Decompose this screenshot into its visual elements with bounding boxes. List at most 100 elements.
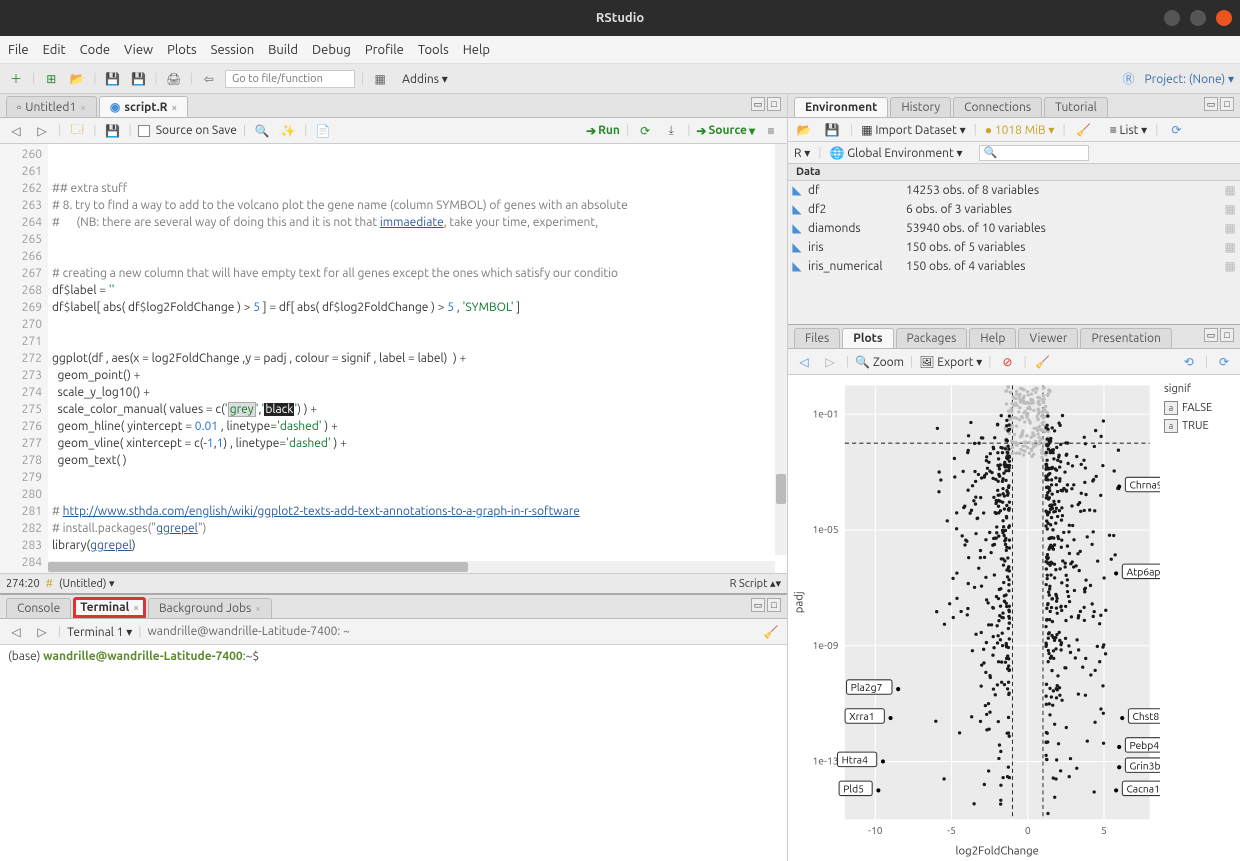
goto-prev-button[interactable]: ⇦ — [199, 69, 219, 89]
minimize-button[interactable] — [1164, 10, 1180, 26]
go-to-section-button[interactable]: ⤓ — [661, 121, 681, 141]
vertical-scrollbar[interactable] — [775, 144, 787, 555]
terminal-body[interactable]: (base) wandrille@wandrille-Latitude-7400… — [0, 645, 787, 861]
export-button[interactable]: 🖼 Export ▾ — [919, 355, 982, 369]
view-data-icon[interactable]: ▦ — [1220, 240, 1240, 254]
tab-files[interactable]: Files — [794, 328, 840, 348]
view-data-icon[interactable]: ▦ — [1220, 221, 1240, 235]
memory-indicator[interactable]: ● 1018 MiB ▾ — [985, 123, 1055, 137]
tab-presentation[interactable]: Presentation — [1080, 328, 1171, 348]
env-scope-dropdown[interactable]: 🌐 Global Environment ▾ — [830, 146, 963, 160]
plot-prev-button[interactable]: ◁ — [794, 352, 814, 372]
env-row-diamonds[interactable]: ◣ diamonds 53940 obs. of 10 variables ▦ — [788, 219, 1240, 238]
language-mode[interactable]: R Script ▴▾ — [730, 577, 781, 590]
goto-file-input[interactable] — [225, 70, 355, 88]
minimize-pane-icon[interactable]: ▭ — [1204, 328, 1218, 342]
menu-view[interactable]: View — [124, 43, 153, 57]
close-tab-icon[interactable]: × — [172, 102, 178, 113]
menu-session[interactable]: Session — [211, 43, 254, 57]
wand-button[interactable]: ✨ — [278, 121, 298, 141]
script-nav-dropdown[interactable]: (Untitled) ▾ — [59, 577, 114, 590]
tab-history[interactable]: History — [890, 97, 951, 117]
code-editor[interactable]: 2602612622632642652662672682692702712722… — [0, 144, 787, 573]
print-button[interactable]: 🖨 — [164, 69, 184, 89]
find-button[interactable]: 🔍 — [252, 121, 272, 141]
tab-tutorial[interactable]: Tutorial — [1044, 97, 1108, 117]
tab-terminal[interactable]: Terminal× — [73, 597, 146, 618]
source-tab-untitled1[interactable]: ▫ Untitled1 × — [6, 96, 97, 117]
env-search-input[interactable] — [979, 145, 1089, 161]
tab-plots[interactable]: Plots — [842, 328, 893, 348]
tab-environment[interactable]: Environment — [794, 97, 888, 117]
maximize-pane-icon[interactable]: □ — [1220, 97, 1234, 111]
close-button[interactable] — [1216, 10, 1232, 26]
outline-button[interactable]: ≡ — [761, 121, 781, 141]
project-dropdown[interactable]: Project: (None) ▾ — [1144, 72, 1234, 86]
run-button[interactable]: ➔Run — [586, 124, 620, 138]
tab-help[interactable]: Help — [969, 328, 1016, 348]
zoom-button[interactable]: 🔍 Zoom — [855, 355, 904, 369]
save-all-button[interactable]: 💾 — [128, 69, 148, 89]
save-file-button[interactable]: 💾 — [102, 121, 122, 141]
env-row-iris_numerical[interactable]: ◣ iris_numerical 150 obs. of 4 variables… — [788, 257, 1240, 276]
code-content[interactable]: ## extra stuff# 8. try to find a way to … — [48, 144, 787, 573]
rerun-button[interactable]: ⟳ — [635, 121, 655, 141]
show-in-new-window-button[interactable]: 🗔 — [67, 121, 87, 141]
tab-packages[interactable]: Packages — [896, 328, 968, 348]
save-workspace-button[interactable]: 💾 — [822, 120, 842, 140]
grid-button[interactable]: ▦ — [370, 69, 390, 89]
tab-viewer[interactable]: Viewer — [1018, 328, 1078, 348]
terminal-prev-button[interactable]: ◁ — [6, 622, 26, 642]
tab-background-jobs[interactable]: Background Jobs× — [148, 598, 272, 618]
lang-dropdown[interactable]: R ▾ — [794, 146, 810, 160]
new-file-button[interactable]: ＋ — [6, 69, 26, 89]
load-workspace-button[interactable]: 📂 — [794, 120, 814, 140]
source-tab-script-r[interactable]: ◉ script.R × — [99, 96, 188, 117]
maximize-pane-icon[interactable]: □ — [767, 598, 781, 612]
back-button[interactable]: ◁ — [6, 121, 26, 141]
close-tab-icon[interactable]: × — [80, 102, 86, 113]
menu-file[interactable]: File — [8, 43, 29, 57]
refresh-plot-button[interactable]: ⟳ — [1214, 352, 1234, 372]
source-on-save-checkbox[interactable] — [138, 125, 150, 137]
tab-connections[interactable]: Connections — [953, 97, 1042, 117]
close-tab-icon[interactable]: × — [255, 603, 261, 614]
clear-terminal-button[interactable]: 🧹 — [761, 622, 781, 642]
minimize-pane-icon[interactable]: ▭ — [1204, 97, 1218, 111]
env-row-df2[interactable]: ◣ df2 6 obs. of 3 variables ▦ — [788, 200, 1240, 219]
menu-code[interactable]: Code — [80, 43, 110, 57]
expand-icon[interactable]: ◣ — [788, 221, 806, 235]
refresh-env-button[interactable]: ⟳ — [1166, 120, 1186, 140]
expand-icon[interactable]: ◣ — [788, 240, 806, 254]
menu-build[interactable]: Build — [268, 43, 298, 57]
maximize-pane-icon[interactable]: □ — [1220, 328, 1234, 342]
tab-console[interactable]: Console — [6, 598, 71, 618]
expand-icon[interactable]: ◣ — [788, 259, 806, 273]
source-button[interactable]: ➔Source ▾ — [696, 124, 755, 138]
minimize-pane-icon[interactable]: ▭ — [751, 598, 765, 612]
env-row-df[interactable]: ◣ df 14253 obs. of 8 variables ▦ — [788, 181, 1240, 200]
forward-button[interactable]: ▷ — [32, 121, 52, 141]
open-file-button[interactable]: 📂 — [67, 69, 87, 89]
minimize-pane-icon[interactable]: ▭ — [751, 97, 765, 111]
menu-edit[interactable]: Edit — [43, 43, 66, 57]
publish-button[interactable]: ⟲ — [1179, 352, 1199, 372]
menu-plots[interactable]: Plots — [167, 43, 197, 57]
maximize-pane-icon[interactable]: □ — [767, 97, 781, 111]
new-project-button[interactable]: ⊞ — [41, 69, 61, 89]
menu-profile[interactable]: Profile — [365, 43, 404, 57]
view-data-icon[interactable]: ▦ — [1220, 202, 1240, 216]
close-tab-icon[interactable]: × — [133, 602, 139, 613]
horizontal-scrollbar[interactable] — [48, 561, 775, 573]
view-data-icon[interactable]: ▦ — [1220, 183, 1240, 197]
expand-icon[interactable]: ◣ — [788, 183, 806, 197]
maximize-button[interactable] — [1190, 10, 1206, 26]
plot-next-button[interactable]: ▷ — [820, 352, 840, 372]
remove-plot-button[interactable]: ⊘ — [997, 352, 1017, 372]
view-data-icon[interactable]: ▦ — [1220, 259, 1240, 273]
import-dataset-button[interactable]: ▦ Import Dataset ▾ — [861, 123, 965, 137]
view-mode-dropdown[interactable]: ≡ List ▾ — [1110, 123, 1147, 137]
clear-env-button[interactable]: 🧹 — [1074, 120, 1094, 140]
addins-dropdown[interactable]: Addins ▾ — [402, 72, 448, 86]
terminal-next-button[interactable]: ▷ — [32, 622, 52, 642]
